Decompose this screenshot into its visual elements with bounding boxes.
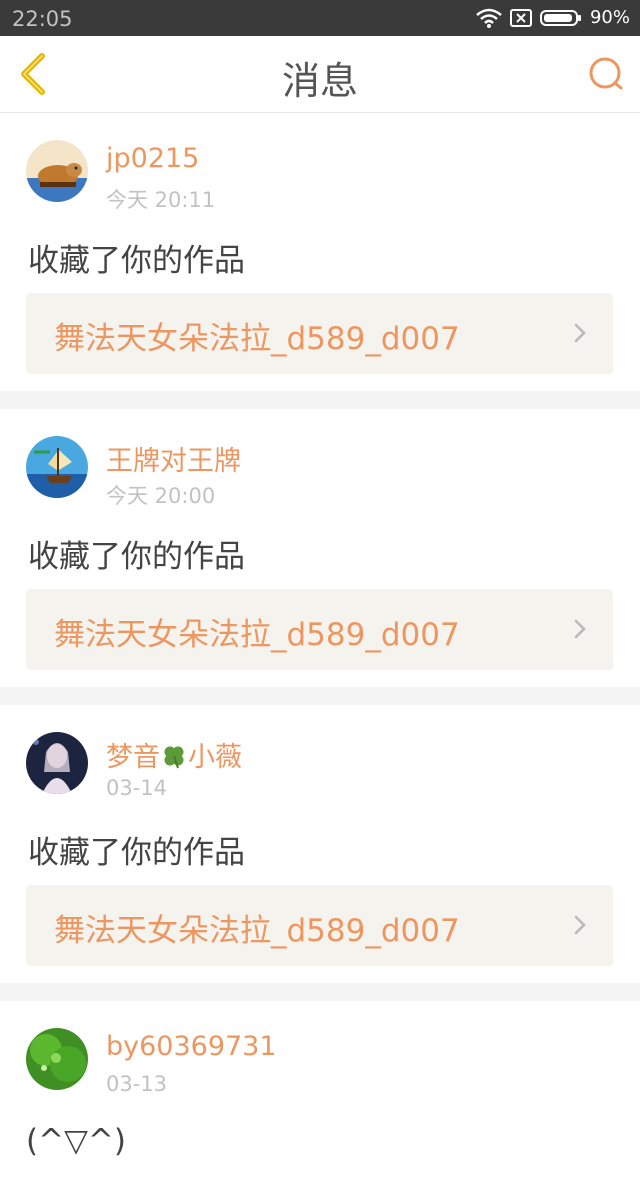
username-prefix: 梦音 <box>106 742 160 773</box>
avatar[interactable] <box>26 1028 88 1090</box>
page-title: 消息 <box>281 59 358 103</box>
message-time: 今天 20:00 <box>106 484 216 508</box>
chevron-right-icon <box>574 619 586 639</box>
username[interactable]: 王牌对王牌 <box>106 439 241 478</box>
message-action: 收藏了你的作品 <box>28 539 245 575</box>
search-icon <box>589 57 623 90</box>
username[interactable]: by60369731 <box>106 1031 277 1062</box>
message-action: 收藏了你的作品 <box>28 243 245 279</box>
message-item: by60369731 03-13 (^▽^) <box>0 1001 640 1201</box>
message-time: 03-14 <box>106 776 168 800</box>
work-title: 舞法天女朵法拉_d589_d007 <box>54 913 460 949</box>
message-time: 今天 20:11 <box>106 188 216 212</box>
work-link[interactable]: 舞法天女朵法拉_d589_d007 <box>26 293 613 374</box>
message-action: 收藏了你的作品 <box>28 835 245 871</box>
avatar[interactable] <box>26 732 88 794</box>
message-item: jp0215 今天 20:11 收藏了你的作品 舞法天女朵法拉_d589_d00… <box>0 113 640 391</box>
work-title: 舞法天女朵法拉_d589_d007 <box>54 617 460 653</box>
chevron-right-icon <box>574 323 586 343</box>
chevron-right-icon <box>574 915 586 935</box>
message-action: (^▽^) <box>26 1123 126 1159</box>
message-item: 王牌对王牌 今天 20:00 收藏了你的作品 舞法天女朵法拉_d589_d007 <box>0 409 640 687</box>
work-link[interactable]: 舞法天女朵法拉_d589_d007 <box>26 589 613 670</box>
username[interactable]: 梦音 小薇 <box>106 735 242 774</box>
battery-percentage: 90% <box>589 7 630 28</box>
work-title: 舞法天女朵法拉_d589_d007 <box>54 321 460 357</box>
header: 消息 <box>0 36 640 113</box>
battery-icon <box>539 8 582 28</box>
clover-icon <box>160 742 188 773</box>
work-link[interactable]: 舞法天女朵法拉_d589_d007 <box>26 885 613 966</box>
message-item: 梦音 小薇 03-14 收藏了你的作品 舞法天女朵法拉_d589_d007 <box>0 705 640 983</box>
status-bar: 22:05 90% <box>0 0 640 36</box>
message-list: jp0215 今天 20:11 收藏了你的作品 舞法天女朵法拉_d589_d00… <box>0 113 640 1201</box>
sim-none-icon <box>509 8 532 28</box>
status-time: 22:05 <box>12 7 73 31</box>
username-suffix: 小薇 <box>188 742 242 773</box>
username[interactable]: jp0215 <box>106 143 199 174</box>
message-time: 03-13 <box>106 1072 168 1096</box>
avatar[interactable] <box>26 140 88 202</box>
avatar[interactable] <box>26 436 88 498</box>
wifi-icon <box>476 8 502 28</box>
search-button[interactable] <box>586 54 626 94</box>
